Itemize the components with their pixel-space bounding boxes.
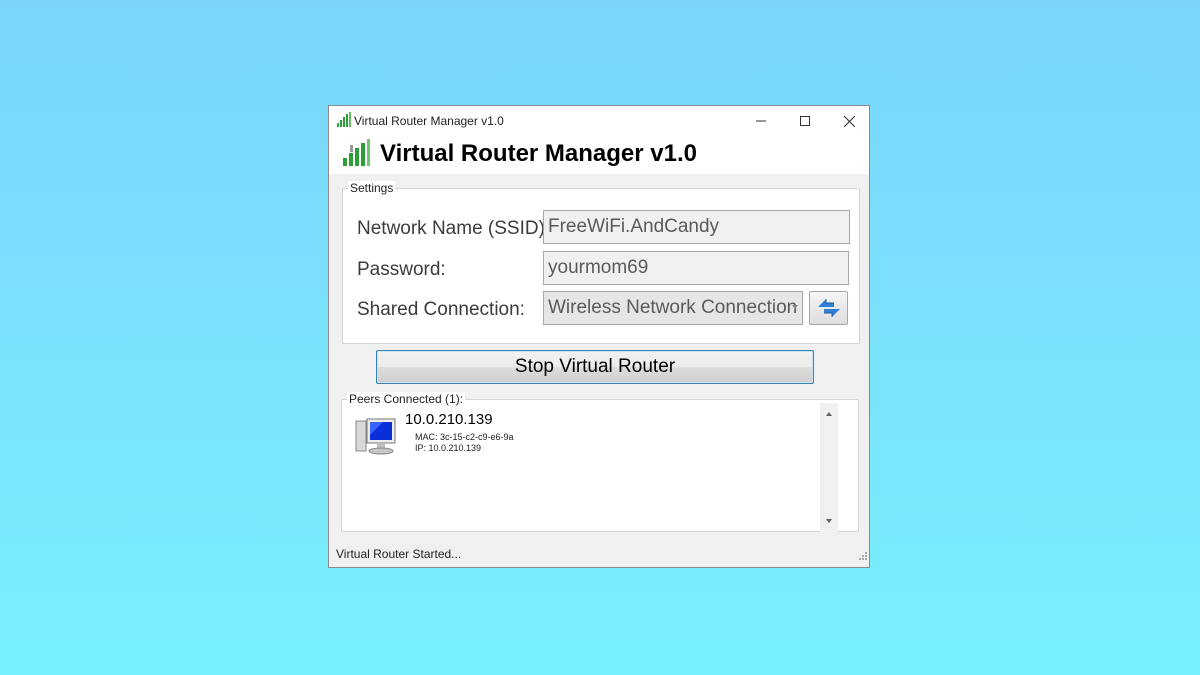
peer-list[interactable]: 10.0.210.139 MAC: 3c-15-c2-c9-e6-9a IP: … xyxy=(343,403,838,532)
ssid-label: Network Name (SSID): xyxy=(357,218,551,239)
main-content: Settings Network Name (SSID): FreeWiFi.A… xyxy=(329,174,869,540)
status-bar: Virtual Router Started... xyxy=(329,540,869,567)
shared-connection-select[interactable]: Wireless Network Connection xyxy=(543,291,803,325)
minimize-button[interactable] xyxy=(739,106,783,136)
close-button[interactable] xyxy=(827,106,871,136)
app-heading: Virtual Router Manager v1.0 xyxy=(380,140,697,167)
peer-ip: IP: 10.0.210.139 xyxy=(415,443,482,453)
status-text: Virtual Router Started... xyxy=(336,547,462,561)
scroll-down-icon[interactable] xyxy=(826,519,832,523)
ssid-input[interactable]: FreeWiFi.AndCandy xyxy=(543,210,850,244)
peer-name: 10.0.210.139 xyxy=(405,411,493,428)
chevron-down-icon xyxy=(792,305,798,309)
refresh-connections-button[interactable] xyxy=(809,291,848,325)
settings-group: Settings Network Name (SSID): FreeWiFi.A… xyxy=(342,181,860,344)
minimize-icon xyxy=(756,120,766,122)
computer-monitor-icon xyxy=(353,417,399,462)
app-header: Virtual Router Manager v1.0 xyxy=(329,136,869,175)
refresh-arrows-icon xyxy=(817,299,840,317)
window-title: Virtual Router Manager v1.0 xyxy=(354,114,504,128)
peers-group: Peers Connected (1): 10.0.210.139 MAC: 3… xyxy=(341,392,859,532)
peer-list-scrollbar[interactable] xyxy=(820,403,838,532)
title-bar[interactable]: Virtual Router Manager v1.0 xyxy=(329,106,869,136)
maximize-icon xyxy=(800,116,810,126)
signal-bars-large-icon xyxy=(341,138,371,173)
maximize-button[interactable] xyxy=(783,106,827,136)
resize-grip-icon[interactable] xyxy=(857,547,867,565)
shared-connection-value: Wireless Network Connection xyxy=(548,297,798,318)
list-item[interactable]: 10.0.210.139 MAC: 3c-15-c2-c9-e6-9a IP: … xyxy=(351,411,651,461)
password-label: Password: xyxy=(357,259,446,280)
signal-bars-icon xyxy=(336,112,352,133)
app-window: Virtual Router Manager v1.0 Virtual Rout… xyxy=(328,105,870,568)
stop-router-button[interactable]: Stop Virtual Router xyxy=(376,350,814,384)
scroll-up-icon[interactable] xyxy=(826,412,832,416)
close-icon xyxy=(843,115,855,127)
shared-connection-label: Shared Connection: xyxy=(357,299,525,320)
peer-mac: MAC: 3c-15-c2-c9-e6-9a xyxy=(415,432,514,442)
password-input[interactable]: yourmom69 xyxy=(543,251,849,285)
settings-legend: Settings xyxy=(348,181,396,195)
